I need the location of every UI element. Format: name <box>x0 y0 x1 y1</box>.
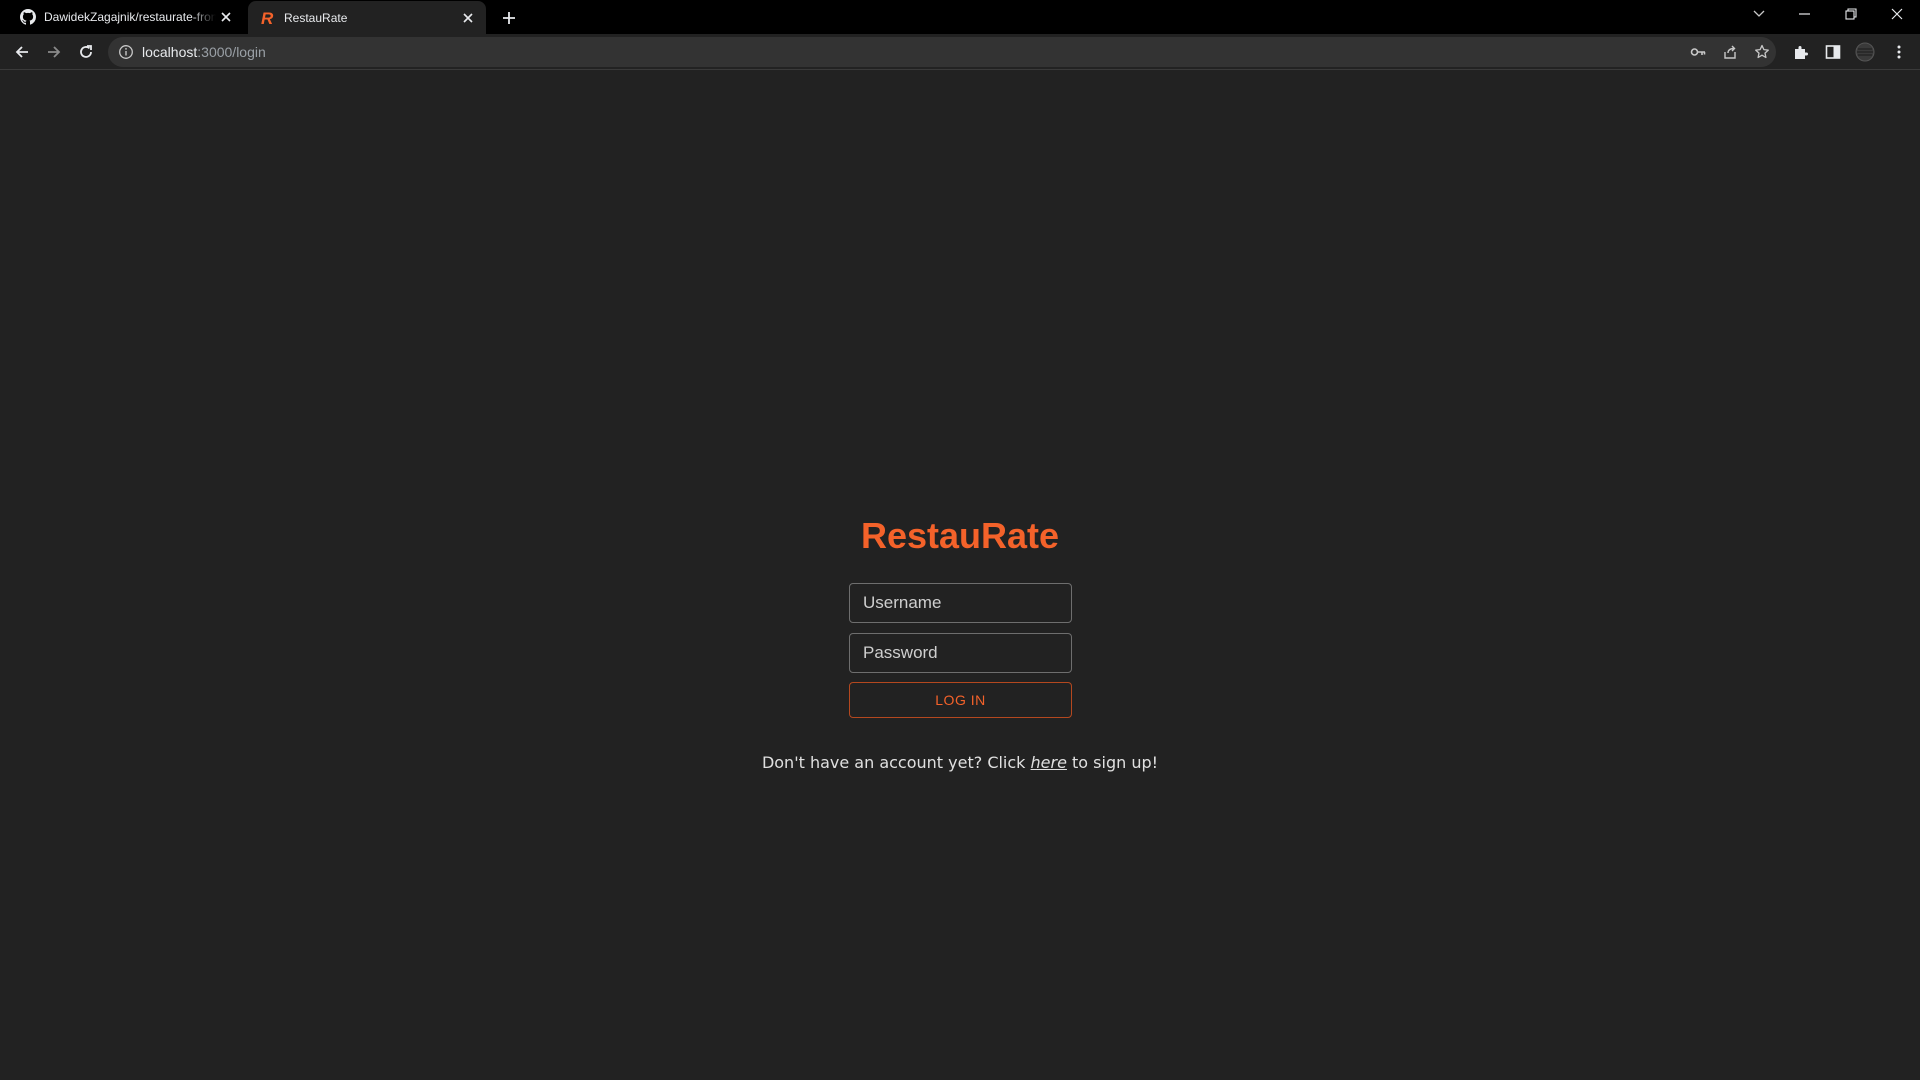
bookmark-star-icon[interactable] <box>1754 44 1770 60</box>
forward-arrow-icon[interactable] <box>40 38 68 66</box>
close-icon[interactable] <box>458 8 478 28</box>
tab-github[interactable]: DawidekZagajnik/restaurate-frontend <box>8 0 244 34</box>
brand-title: RestauRate <box>860 515 1060 556</box>
tab-search-chevron-down-icon[interactable] <box>1736 0 1782 28</box>
close-window-icon[interactable] <box>1874 0 1920 28</box>
tab-strip: DawidekZagajnik/restaurate-frontend R Re… <box>0 0 1920 34</box>
login-button[interactable]: LOG IN <box>849 682 1072 718</box>
close-icon[interactable] <box>216 7 236 27</box>
github-icon <box>20 9 36 25</box>
back-arrow-icon[interactable] <box>8 38 36 66</box>
restaurate-r-icon: R <box>260 10 276 26</box>
tab-title: DawidekZagajnik/restaurate-frontend <box>44 10 216 24</box>
svg-text:R: R <box>261 10 274 26</box>
signup-link[interactable]: here <box>1031 753 1067 772</box>
url-host: localhost <box>142 44 198 60</box>
restore-icon[interactable] <box>1828 0 1874 28</box>
url-path: :3000/login <box>197 44 266 60</box>
menu-kebab-icon[interactable] <box>1889 42 1909 62</box>
site-info-icon[interactable] <box>118 44 134 60</box>
signup-suffix: to sign up! <box>1066 753 1159 772</box>
extensions-puzzle-icon[interactable] <box>1791 42 1811 62</box>
signup-prompt: Don't have an account yet? Click here to… <box>0 753 1920 772</box>
reload-icon[interactable] <box>72 38 100 66</box>
key-icon[interactable] <box>1690 44 1706 60</box>
url-text[interactable]: localhost:3000/login <box>142 37 266 67</box>
address-bar[interactable]: localhost:3000/login <box>108 37 1776 67</box>
browser-toolbar: localhost:3000/login <box>0 34 1920 70</box>
share-icon[interactable] <box>1722 44 1738 60</box>
side-panel-icon[interactable] <box>1823 42 1843 62</box>
password-input[interactable] <box>849 633 1072 673</box>
username-input[interactable] <box>849 583 1072 623</box>
tab-restaurate[interactable]: R RestauRate <box>248 1 486 34</box>
login-page: RestauRate LOG IN Don't have an account … <box>0 71 1920 1080</box>
profile-avatar-icon[interactable] <box>1855 42 1875 62</box>
minimize-icon[interactable] <box>1782 0 1828 28</box>
new-tab-icon[interactable] <box>497 6 521 30</box>
tab-title: RestauRate <box>284 10 348 25</box>
signup-prefix: Don't have an account yet? Click <box>761 753 1031 772</box>
